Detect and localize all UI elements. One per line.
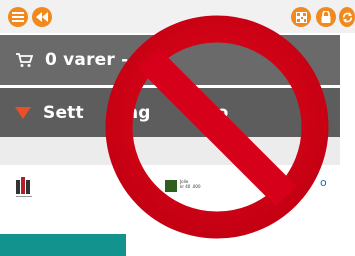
brand-logo-icon xyxy=(165,180,177,192)
shopping-cart-icon xyxy=(16,52,33,67)
hamburger-menu-icon xyxy=(12,12,24,22)
footer-link-letter[interactable]: o xyxy=(320,176,327,189)
refresh-icon xyxy=(342,11,352,23)
brand-logo-line-2: kr 40 .000 xyxy=(180,184,201,189)
cart-label: 0 varer - xyxy=(45,50,129,70)
separator-stripe xyxy=(0,137,340,165)
cart-summary-bar[interactable]: 0 varer - xyxy=(0,35,340,85)
qr-code-icon xyxy=(295,11,307,23)
sort-dropdown-bar[interactable]: Sett ng nto xyxy=(0,88,340,137)
caret-down-icon xyxy=(15,106,31,119)
bottom-action-bar[interactable] xyxy=(0,234,126,256)
sort-label-mid: ng xyxy=(126,102,151,123)
refresh-button[interactable] xyxy=(339,7,355,27)
lock-button[interactable] xyxy=(316,7,336,27)
qr-code-button[interactable] xyxy=(291,7,311,27)
partner-logo-icon xyxy=(16,177,32,197)
sort-label-left: Sett xyxy=(43,102,84,123)
rewind-back-icon xyxy=(36,12,48,22)
menu-button[interactable] xyxy=(8,7,28,27)
sort-label-right: nto xyxy=(196,102,229,123)
brand-logo-text: Jolie kr 40 .000 xyxy=(180,179,201,189)
lock-icon xyxy=(321,11,331,23)
back-button[interactable] xyxy=(32,7,52,27)
